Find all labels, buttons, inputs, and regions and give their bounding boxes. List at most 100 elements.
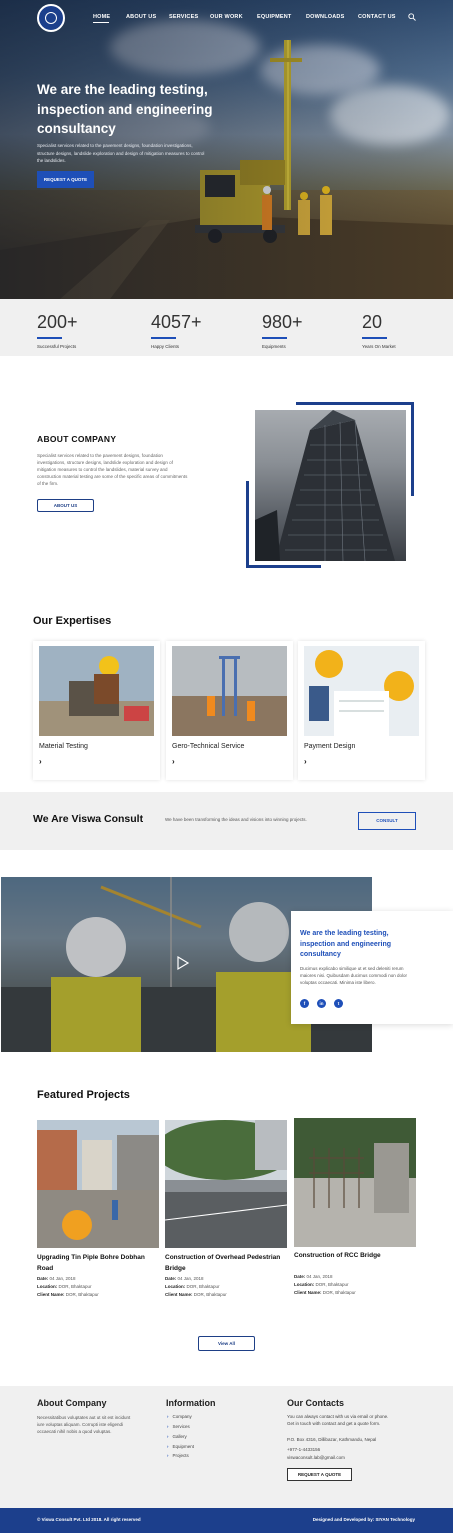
nav-home[interactable]: HOME xyxy=(93,14,110,20)
nav-active-indicator xyxy=(93,22,109,23)
stat-label: Years On Market xyxy=(362,344,396,349)
project-location: DOR, Bhaktapur xyxy=(315,1282,349,1287)
project-title[interactable]: Construction of RCC Bridge xyxy=(294,1251,419,1262)
footer-link-label: Services xyxy=(172,1424,190,1429)
footer-contacts-title: Our Contacts xyxy=(287,1398,345,1408)
view-all-button[interactable]: View All xyxy=(198,1336,255,1351)
project-image-rcc-bridge[interactable] xyxy=(294,1118,416,1247)
stat-label: Successful Projects xyxy=(37,344,77,349)
band-title: We Are Viswa Consult xyxy=(33,813,144,825)
footer-info-title: Information xyxy=(166,1398,216,1408)
footer-link-gallery[interactable]: › Gallery xyxy=(167,1434,187,1439)
chevron-right-icon: › xyxy=(167,1424,169,1429)
footer-request-quote-button[interactable]: REQUEST A QUOTE xyxy=(287,1468,352,1481)
date-label: Date: xyxy=(294,1274,306,1279)
project-image-road[interactable] xyxy=(37,1120,159,1248)
stat-underline xyxy=(262,337,287,339)
footer-link-equipment[interactable]: › Equipment xyxy=(167,1444,194,1449)
card-title: Payment Design xyxy=(304,743,356,750)
stat-label: Equipments xyxy=(262,344,286,349)
stat-underline xyxy=(362,337,387,339)
stat-value: 20 xyxy=(362,312,383,332)
chevron-right-icon[interactable]: › xyxy=(172,757,175,766)
play-icon[interactable] xyxy=(176,955,190,971)
stat-label: Happy Clients xyxy=(151,344,180,349)
company-logo[interactable] xyxy=(37,4,65,32)
nav-contact-us[interactable]: CONTACT US xyxy=(358,14,396,20)
geo-technical-image xyxy=(172,646,287,736)
date-label: Date: xyxy=(37,1276,49,1281)
location-label: Location: xyxy=(165,1284,186,1289)
about-description: Specialist services related to the pavem… xyxy=(37,453,188,486)
nav-our-work[interactable]: OUR WORK xyxy=(210,14,243,20)
stat-value: 200+ xyxy=(37,312,78,332)
project-image-bridge[interactable] xyxy=(165,1120,287,1248)
footer-link-label: Company xyxy=(172,1414,192,1419)
footer-about-title: About Company xyxy=(37,1398,107,1408)
footer-link-services[interactable]: › Services xyxy=(167,1424,190,1429)
contact-address: P.O. Box 4316, Dillibazar, Kathmandu, Ne… xyxy=(287,1437,377,1442)
chevron-right-icon[interactable]: › xyxy=(304,757,307,766)
band-description: We have been transforming the ideas and … xyxy=(165,817,307,822)
footer-link-projects[interactable]: › Projects xyxy=(167,1453,189,1458)
footer-link-company[interactable]: › Company xyxy=(167,1414,192,1419)
expertise-card-material-testing[interactable]: Material Testing › xyxy=(33,641,160,780)
search-icon[interactable] xyxy=(408,13,416,21)
facebook-icon[interactable]: f xyxy=(300,999,309,1008)
expertise-card-geo-technical[interactable]: Gero-Technical Service › xyxy=(166,641,293,780)
contact-email[interactable]: viswaconsult.lab@gmail.com xyxy=(287,1455,345,1460)
project-location: DOR, Bhaktapur xyxy=(58,1284,92,1289)
contact-phone[interactable]: +977-1-4433156 xyxy=(287,1447,320,1452)
project-title[interactable]: Upgrading Tin Piple Bohre Dobhan Road xyxy=(37,1253,162,1274)
contacts-intro: Get in touch with contact and get a quot… xyxy=(287,1421,381,1426)
footer-link-label: Projects xyxy=(172,1453,189,1458)
hero-description: Specialist services related to the pavem… xyxy=(37,143,205,163)
chevron-right-icon: › xyxy=(167,1414,169,1419)
project-date: 04 Jan, 2018 xyxy=(49,1276,76,1281)
project-location: DOR, Bhaktapur xyxy=(186,1284,220,1289)
designed-by-text[interactable]: Designed and Developed by: SIYAN Technol… xyxy=(313,1517,415,1522)
project-client: DOR, Bhaktapur xyxy=(193,1292,227,1297)
client-label: Client Name: xyxy=(37,1292,65,1297)
stat-value: 4057+ xyxy=(151,312,202,332)
chevron-right-icon: › xyxy=(167,1434,169,1439)
location-label: Location: xyxy=(294,1282,315,1287)
expertise-card-payment-design[interactable]: Payment Design › xyxy=(298,641,425,780)
stat-underline xyxy=(37,337,62,339)
card-title: Material Testing xyxy=(39,743,88,750)
nav-services[interactable]: SERVICES xyxy=(169,14,198,20)
project-client: DOR, Bhaktapur xyxy=(65,1292,99,1297)
nav-about-us[interactable]: ABOUT US xyxy=(126,14,156,20)
stat-underline xyxy=(151,337,176,339)
copyright-text: © Viswa Consult Pvt. Ltd 2018. All right… xyxy=(37,1517,141,1522)
video-info-card: We are the leading testing, inspection a… xyxy=(291,911,453,1024)
footer-link-label: Gallery xyxy=(172,1434,187,1439)
contacts-intro: You can always contact with us via email… xyxy=(287,1414,389,1419)
material-testing-image xyxy=(39,646,154,736)
about-us-button[interactable]: ABOUT US xyxy=(37,499,94,512)
project-date: 04 Jan, 2018 xyxy=(177,1276,204,1281)
chevron-right-icon[interactable]: › xyxy=(39,757,42,766)
client-label: Client Name: xyxy=(294,1290,322,1295)
payment-design-image xyxy=(304,646,419,736)
footer-link-label: Equipment xyxy=(172,1444,195,1449)
building-image xyxy=(255,410,406,561)
request-quote-button[interactable]: REQUEST A QUOTE xyxy=(37,171,94,188)
video-card-description: Ducimus explicabo similique ut et sed de… xyxy=(300,966,408,985)
linkedin-icon[interactable]: in xyxy=(317,999,326,1008)
card-title: Gero-Technical Service xyxy=(172,743,245,750)
location-label: Location: xyxy=(37,1284,58,1289)
project-title[interactable]: Construction of Overhead Pedestrian Brid… xyxy=(165,1253,290,1274)
featured-projects-title: Featured Projects xyxy=(37,1089,130,1101)
expertises-title: Our Expertises xyxy=(33,615,112,627)
nav-downloads[interactable]: DOWNLOADS xyxy=(306,14,344,20)
date-label: Date: xyxy=(165,1276,177,1281)
project-client: DOR, Bhaktapur xyxy=(322,1290,356,1295)
project-date: 04 Jan, 2018 xyxy=(306,1274,333,1279)
chevron-right-icon: › xyxy=(167,1453,169,1458)
consult-button[interactable]: CONSULT xyxy=(358,812,416,830)
stat-value: 980+ xyxy=(262,312,303,332)
twitter-icon[interactable]: t xyxy=(334,999,343,1008)
nav-equipment[interactable]: EQUIPMENT xyxy=(257,14,292,20)
about-title: ABOUT COMPANY xyxy=(37,434,117,444)
